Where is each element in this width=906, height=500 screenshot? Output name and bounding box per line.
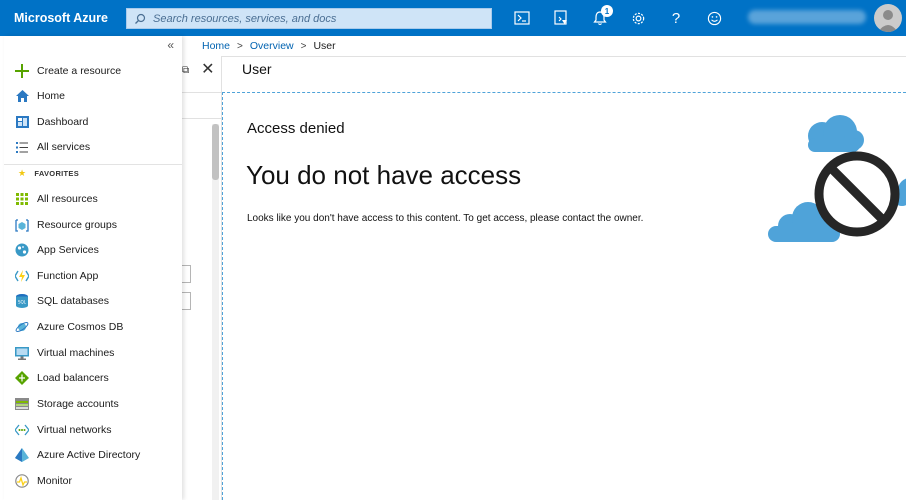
access-denied-label: Access denied <box>247 120 345 137</box>
sidebar-item-label: Storage accounts <box>37 398 119 410</box>
sidebar-item-label: Create a resource <box>37 65 122 77</box>
storage-icon <box>15 397 29 411</box>
sidebar-item-label: Home <box>37 90 66 102</box>
sidebar-item-dashboard[interactable]: Dashboard <box>4 111 182 133</box>
breadcrumb-separator: > <box>237 40 243 52</box>
sidebar-item-label: Dashboard <box>37 116 89 128</box>
vm-icon <box>15 346 29 360</box>
sidebar-item-label: Azure Cosmos DB <box>37 321 124 333</box>
access-denied-description: Looks like you don't have access to this… <box>247 213 644 224</box>
star-icon: ★ <box>18 168 27 178</box>
partial-input-field[interactable] <box>182 292 191 310</box>
app-services-icon <box>15 243 29 257</box>
sidebar-item-app-services[interactable]: App Services <box>4 239 182 261</box>
smiley-icon[interactable] <box>703 8 725 28</box>
sidebar-item-label: Virtual networks <box>37 424 112 436</box>
sidebar-item-monitor[interactable]: Monitor <box>4 470 182 492</box>
function-app-icon <box>15 269 29 283</box>
account-name[interactable] <box>748 10 866 24</box>
sidebar-item-resource-groups[interactable]: Resource groups <box>4 214 182 236</box>
directory-filter-icon[interactable] <box>550 8 572 28</box>
sidebar-item-all-services[interactable]: All services <box>4 136 182 158</box>
sidebar-item-label: All resources <box>37 193 98 205</box>
blade-title: User <box>242 61 272 77</box>
portal-sidebar: « Create a resource Home Dashboard All s… <box>4 36 182 500</box>
monitor-icon <box>15 474 29 488</box>
sidebar-item-label: Load balancers <box>37 372 109 384</box>
sidebar-item-load-balancers[interactable]: Load balancers <box>4 367 182 389</box>
portal-brand[interactable]: Microsoft Azure <box>14 11 124 25</box>
scrollbar-thumb[interactable] <box>212 124 219 180</box>
sidebar-item-all-resources[interactable]: All resources <box>4 188 182 210</box>
grid-icon <box>15 192 29 206</box>
load-balancer-icon <box>15 371 29 385</box>
sidebar-item-label: App Services <box>37 244 99 256</box>
sidebar-item-storage-accounts[interactable]: Storage accounts <box>4 393 182 415</box>
sql-icon: SQL <box>15 294 29 308</box>
cosmos-icon <box>15 320 29 334</box>
favorites-header: ★ FAVORITES <box>4 164 182 182</box>
sidebar-item-home[interactable]: Home <box>4 85 182 107</box>
plus-icon <box>15 64 29 78</box>
scrollbar-track[interactable] <box>212 124 219 500</box>
sidebar-item-function-app[interactable]: Function App <box>4 265 182 287</box>
no-access-illustration <box>760 110 906 250</box>
breadcrumb-overview[interactable]: Overview <box>250 40 294 52</box>
search-icon <box>133 12 147 26</box>
blade-header-divider <box>222 56 906 57</box>
search-placeholder: Search resources, services, and docs <box>153 12 337 25</box>
dashboard-icon <box>15 115 29 129</box>
sidebar-item-create-resource[interactable]: Create a resource <box>4 60 182 82</box>
gear-icon[interactable] <box>627 8 649 28</box>
resource-groups-icon <box>15 218 29 232</box>
sidebar-item-virtual-machines[interactable]: Virtual machines <box>4 342 182 364</box>
help-icon[interactable]: ? <box>665 8 687 28</box>
divider <box>182 92 222 93</box>
sidebar-item-label: All services <box>37 141 91 153</box>
notification-badge: 1 <box>601 5 613 17</box>
breadcrumb-home[interactable]: Home <box>202 40 230 52</box>
previous-blade-controls: ⧉ ✕ <box>182 60 222 80</box>
sidebar-item-label: Virtual machines <box>37 347 115 359</box>
aad-icon <box>15 448 29 462</box>
sidebar-item-label: Azure Active Directory <box>37 449 141 461</box>
vnet-icon <box>15 423 29 437</box>
svg-text:SQL: SQL <box>18 300 27 305</box>
breadcrumb: Home > Overview > User <box>202 40 336 52</box>
home-icon <box>15 89 29 103</box>
sidebar-item-label: Resource groups <box>37 219 117 231</box>
cloud-shell-icon[interactable] <box>511 8 533 28</box>
avatar-icon[interactable] <box>874 4 902 32</box>
popout-icon[interactable]: ⧉ <box>182 65 189 76</box>
sidebar-item-sql-databases[interactable]: SQL SQL databases <box>4 290 182 312</box>
close-icon[interactable]: ✕ <box>201 62 214 78</box>
collapse-sidebar-button[interactable]: « <box>167 38 174 52</box>
partial-input-field[interactable] <box>182 265 191 283</box>
sidebar-item-cosmos-db[interactable]: Azure Cosmos DB <box>4 316 182 338</box>
list-icon <box>15 140 29 154</box>
favorites-label: FAVORITES <box>34 169 80 178</box>
bell-icon[interactable]: 1 <box>589 5 613 28</box>
global-search-input[interactable]: Search resources, services, and docs <box>126 8 492 29</box>
sidebar-item-virtual-networks[interactable]: Virtual networks <box>4 419 182 441</box>
sidebar-item-label: Function App <box>37 270 99 282</box>
breadcrumb-separator: > <box>300 40 307 52</box>
breadcrumb-current: User <box>313 40 336 52</box>
sidebar-item-label: SQL databases <box>37 295 109 307</box>
sidebar-item-label: Monitor <box>37 475 73 487</box>
access-denied-heading: You do not have access <box>246 160 522 190</box>
sidebar-item-azure-active-directory[interactable]: Azure Active Directory <box>4 444 182 466</box>
